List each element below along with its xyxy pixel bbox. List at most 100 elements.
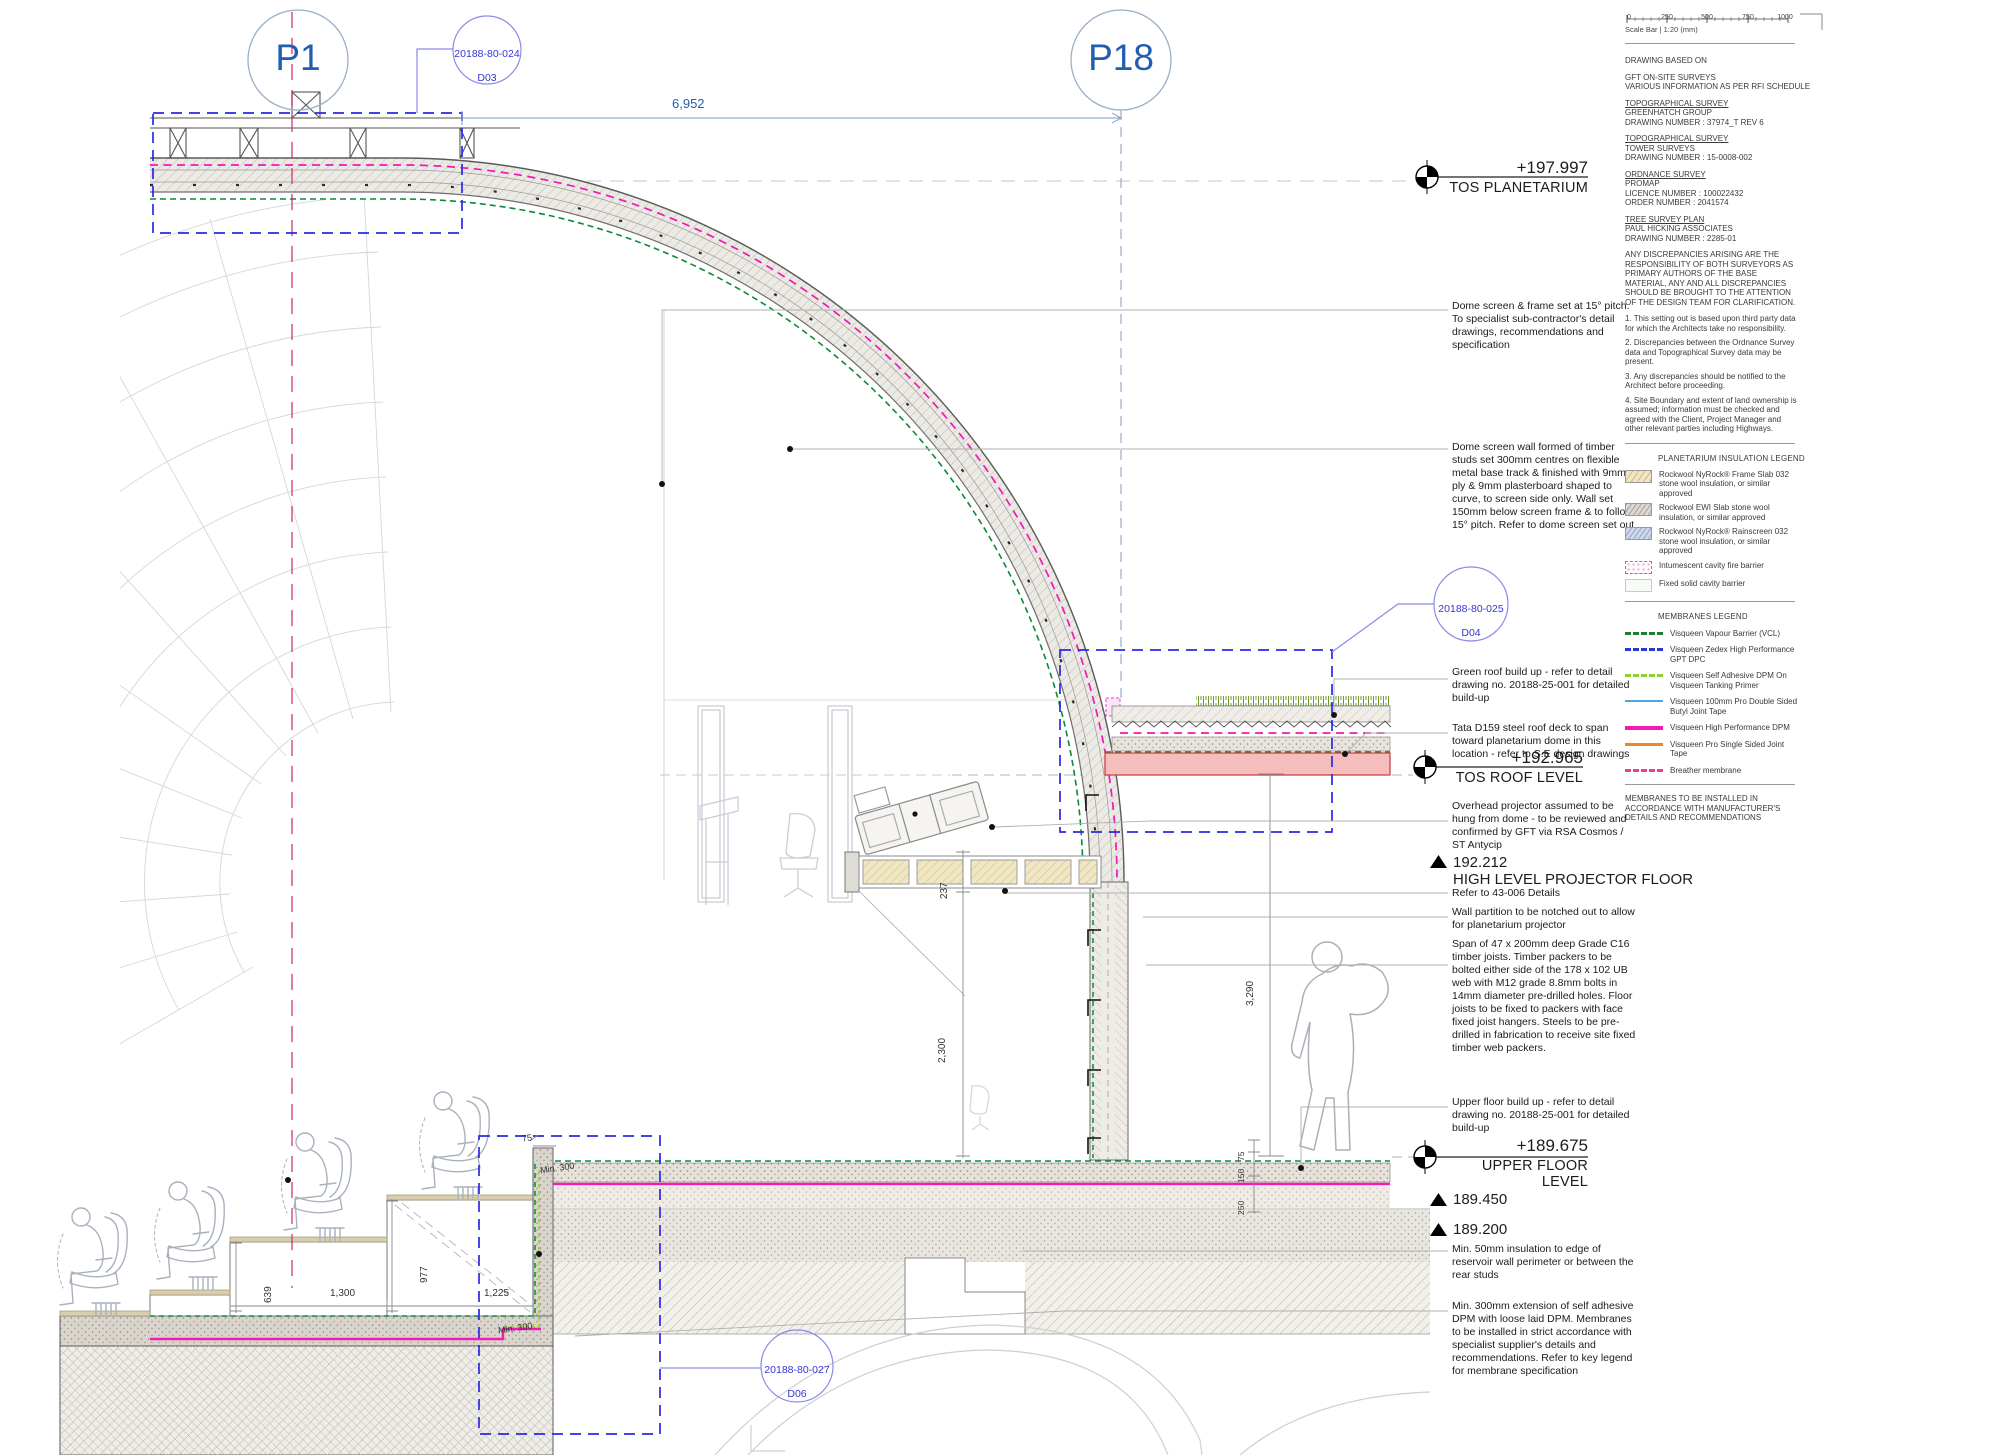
- legend-item-label: Visqueen Vapour Barrier (VCL): [1670, 629, 1798, 639]
- callout-number: 20188-80-024: [443, 48, 531, 60]
- dim-riser-977: 977: [419, 1266, 430, 1283]
- note-upper-floor: Upper floor build up - refer to detail d…: [1452, 1096, 1636, 1135]
- source-line: LICENCE NUMBER : 100022432: [1625, 189, 1817, 199]
- dim-room-height: 3,290: [1245, 981, 1256, 1006]
- level-marker-upper-floor: [1414, 1140, 1436, 1174]
- divider: [1625, 43, 1795, 44]
- level-label-tos-roof: TOS ROOF LEVEL: [1433, 770, 1583, 786]
- survey-source: TOPOGRAPHICAL SURVEY GREENHATCH GROUP DR…: [1625, 99, 1817, 128]
- upper-floor-slab: [545, 1161, 1430, 1334]
- level-value-upper-floor: +189.675: [1438, 1136, 1588, 1156]
- dim-kerb-75: 75: [521, 1132, 532, 1143]
- architectural-section-sheet: P1 P18 20188-80-024 D03 20188-80-025 D04…: [0, 0, 2000, 1455]
- legend-item-label: Rockwool NyRock® Frame Slab 032 stone wo…: [1659, 470, 1794, 499]
- survey-source: TOPOGRAPHICAL SURVEY TOWER SURVEYS DRAWI…: [1625, 134, 1817, 163]
- dim-build-150: 150: [1236, 1169, 1246, 1183]
- source-line: TOWER SURVEYS: [1625, 144, 1817, 154]
- level-marker-tos-planetarium: [1416, 160, 1438, 194]
- steel-deck-zone: [1105, 753, 1390, 775]
- insulation-swatch-frame-slab: [1625, 470, 1652, 483]
- membranes-footnote: MEMBRANES TO BE INSTALLED IN ACCORDANCE …: [1625, 794, 1793, 823]
- note-joists: Span of 47 x 200mm deep Grade C16 timber…: [1452, 938, 1636, 1055]
- divider: [1625, 784, 1795, 785]
- scale-tick: 0: [1627, 14, 1631, 21]
- membrane-sample-butyl-tape: [1625, 700, 1663, 702]
- level-label-upper-floor: UPPER FLOOR LEVEL: [1438, 1158, 1588, 1190]
- note-steel-deck: Tata D159 steel roof deck to span toward…: [1452, 722, 1636, 761]
- source-line: GREENHATCH GROUP: [1625, 108, 1817, 118]
- source-line: DRAWING NUMBER : 15-0008-002: [1625, 153, 1817, 163]
- dim-tread-1225: 1,225: [484, 1288, 509, 1299]
- datum-triangle-189450: [1430, 1193, 1447, 1206]
- membrane-sample-breather: [1625, 769, 1663, 772]
- membrane-sample-hp-dpm: [1625, 726, 1663, 730]
- general-note-1: 1. This setting out is based upon third …: [1625, 314, 1797, 333]
- source-line: DRAWING NUMBER : 37974_T REV 6: [1625, 118, 1817, 128]
- legend-item: Rockwool NyRock® Frame Slab 032 stone wo…: [1625, 470, 1817, 499]
- legend-item-label: Intumescent cavity fire barrier: [1659, 561, 1794, 571]
- membrane-sample-self-adhesive-dpm: [1625, 674, 1663, 677]
- legend-item-label: Visqueen High Performance DPM: [1670, 723, 1798, 733]
- dim-joist-depth: 237: [939, 882, 950, 899]
- source-title: TREE SURVEY PLAN: [1625, 215, 1817, 225]
- callout-d03: 20188-80-024 D03: [443, 36, 531, 96]
- insulation-swatch-intumescent: [1625, 561, 1652, 574]
- insulation-swatch-solid-barrier: [1625, 579, 1652, 592]
- legend-item: Visqueen High Performance DPM: [1625, 723, 1817, 733]
- legend-item-label: Visqueen Zedex High Performance GPT DPC: [1670, 645, 1798, 664]
- legend-item-label: Rockwool EWI Slab stone wool insulation,…: [1659, 503, 1794, 522]
- divider: [1625, 601, 1795, 602]
- datum-value-189200: 189.200: [1453, 1221, 1507, 1238]
- membrane-sample-dpc: [1625, 648, 1663, 651]
- slab-step: [905, 1258, 1025, 1334]
- general-note-2: 2. Discrepancies between the Ordnance Su…: [1625, 338, 1797, 367]
- source-line: DRAWING NUMBER : 2285-01: [1625, 234, 1817, 244]
- grid-label-p18: P18: [1082, 37, 1160, 79]
- callout-number: 20188-80-027: [753, 1364, 841, 1376]
- source-line: PAUL HICKING ASSOCIATES: [1625, 224, 1817, 234]
- scale-tick: 1000: [1777, 14, 1793, 21]
- note-projector: Overhead projector assumed to be hung fr…: [1452, 800, 1636, 852]
- legend-item: Breather membrane: [1625, 766, 1817, 776]
- scale-tick: 750: [1742, 14, 1754, 21]
- survey-source: TREE SURVEY PLAN PAUL HICKING ASSOCIATES…: [1625, 215, 1817, 244]
- source-line: ORDER NUMBER : 2041574: [1625, 198, 1817, 208]
- callout-number: 20188-80-025: [1427, 603, 1515, 615]
- note-green-roof: Green roof build up - refer to detail dr…: [1452, 666, 1636, 705]
- legend-item-label: Visqueen Self Adhesive DPM On Visqueen T…: [1670, 671, 1798, 690]
- callout-sheet: D03: [443, 72, 531, 84]
- dome-lattice: [0, 193, 394, 1227]
- dim-build-75: 75: [1236, 1152, 1246, 1161]
- dim-build-250: 250: [1236, 1201, 1246, 1215]
- dim-screen-wall: 2,300: [937, 1038, 948, 1063]
- legend-item: Visqueen Zedex High Performance GPT DPC: [1625, 645, 1817, 664]
- legend-item: Visqueen Pro Single Sided Joint Tape: [1625, 740, 1817, 759]
- source-title: TOPOGRAPHICAL SURVEY: [1625, 99, 1817, 109]
- insulation-legend-title: PLANETARIUM INSULATION LEGEND: [1658, 454, 1817, 463]
- breather-membrane-line: [150, 165, 1117, 882]
- legend-item-label: Breather membrane: [1670, 766, 1798, 776]
- survey-disclaimer: ANY DISCREPANCIES ARISING ARE THE RESPON…: [1625, 250, 1797, 307]
- note-wall-partition: Wall partition to be notched out to allo…: [1452, 906, 1636, 932]
- office-chair-small: [970, 1086, 989, 1130]
- level-value-projector-floor: 192.212: [1453, 854, 1507, 871]
- legend-item: Fixed solid cavity barrier: [1625, 579, 1817, 592]
- legend-item: Intumescent cavity fire barrier: [1625, 561, 1817, 574]
- datum-triangle-projector-floor: [1430, 855, 1447, 868]
- dimension-6952: [462, 111, 1121, 125]
- scale-bar-ticks: 0 250 500 750 1000: [1625, 14, 1795, 22]
- source-title: TOPOGRAPHICAL SURVEY: [1625, 134, 1817, 144]
- general-note-4: 4. Site Boundary and extent of land owne…: [1625, 396, 1797, 434]
- callout-sheet: D04: [1427, 627, 1515, 639]
- membrane-sample-joint-tape: [1625, 743, 1663, 746]
- standing-person: [1292, 942, 1389, 1150]
- note-dpm-extension: Min. 300mm extension of self adhesive DP…: [1452, 1300, 1636, 1378]
- green-roof: [1105, 696, 1391, 775]
- source-title: ORDNANCE SURVEY: [1625, 170, 1817, 180]
- scale-bar-caption: Scale Bar | 1:20 (mm): [1625, 25, 1817, 34]
- membranes-legend-title: MEMBRANES LEGEND: [1658, 612, 1817, 621]
- datum-lines: [150, 181, 1414, 1157]
- note-min-insulation: Min. 50mm insulation to edge of reservoi…: [1452, 1243, 1636, 1282]
- note-dome-screen-wall: Dome screen wall formed of timber studs …: [1452, 441, 1636, 532]
- note-dome-screen-frame: Dome screen & frame set at 15° pitch. To…: [1452, 300, 1636, 352]
